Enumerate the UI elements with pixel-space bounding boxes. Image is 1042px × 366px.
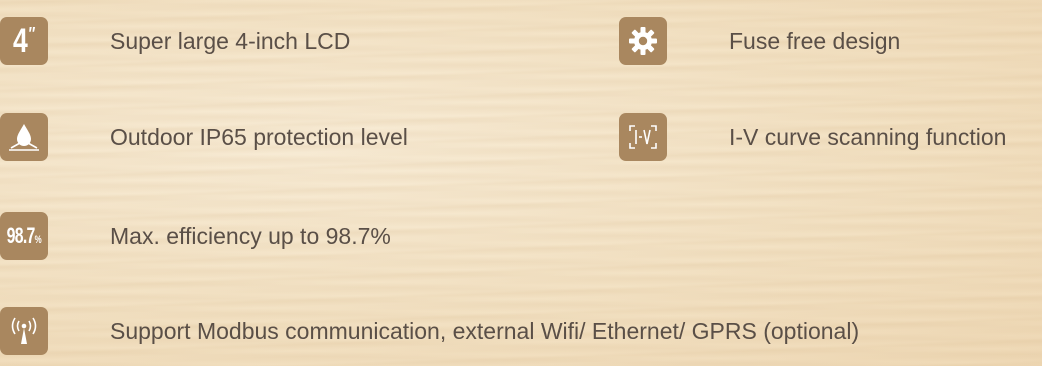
efficiency-icon: 98.7% [0,212,48,260]
antenna-signal-icon [0,307,48,355]
feature-efficiency: 98.7% Max. efficiency up to 98.7% [0,212,391,260]
feature-iv-curve: I-V curve scanning function [619,113,1006,161]
feature-ip65: Outdoor IP65 protection level [0,113,408,161]
feature-communication: Support Modbus communication, external W… [0,307,859,355]
iv-curve-icon [619,113,667,161]
feature-lcd: 4″ Super large 4-inch LCD [0,17,350,65]
feature-label: Super large 4-inch LCD [110,27,351,54]
feature-label: Outdoor IP65 protection level [110,123,408,150]
feature-fuse-free: Fuse free design [619,17,900,65]
four-inch-lcd-icon: 4″ [0,17,48,65]
gear-icon [619,17,667,65]
feature-label: Support Modbus communication, external W… [110,317,860,344]
feature-label: I-V curve scanning function [729,123,1007,150]
water-drop-icon [0,113,48,161]
feature-label: Fuse free design [729,27,901,54]
feature-label: Max. efficiency up to 98.7% [110,222,391,249]
